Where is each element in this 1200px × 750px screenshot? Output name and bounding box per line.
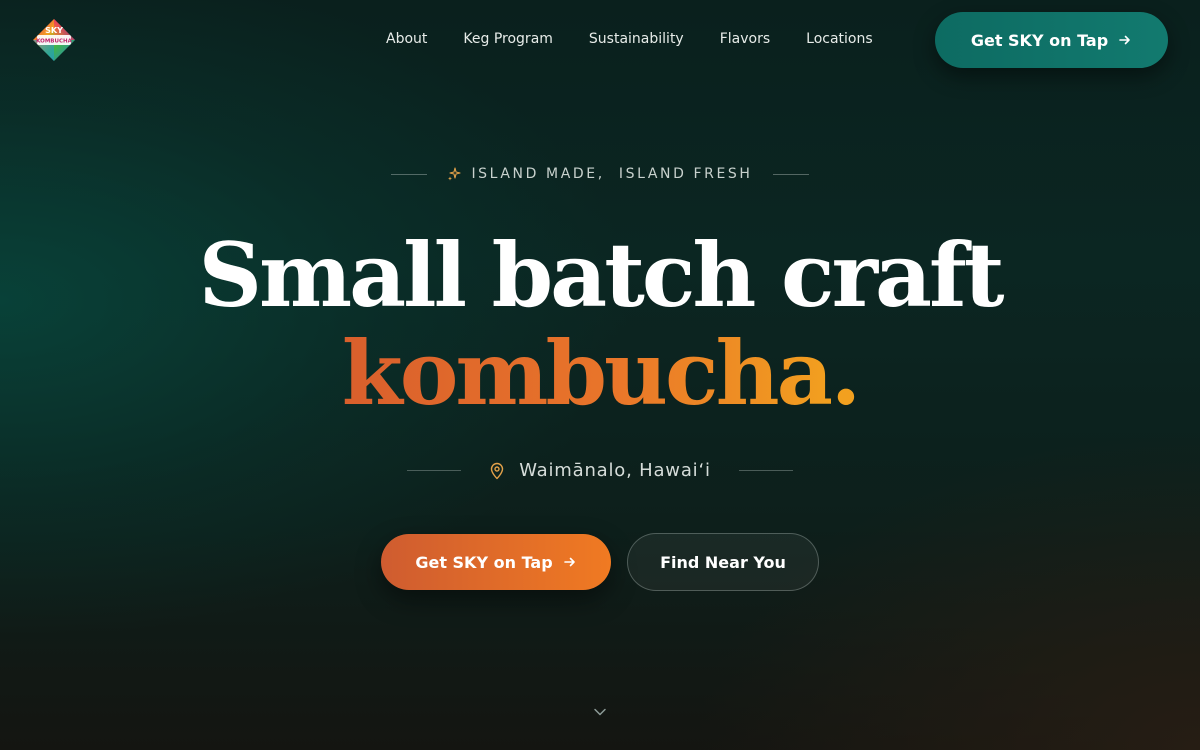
eyebrow-divider-left (391, 173, 428, 175)
headline-dot: . (830, 321, 862, 425)
logo-text-kombucha: KOMBUCHA (36, 39, 72, 45)
brand-logo[interactable]: SKY KOMBUCHA (32, 18, 76, 62)
primary-button-label: Get SKY on Tap (415, 552, 553, 572)
arrow-right-icon (1119, 35, 1130, 45)
main-nav: About Keg Program Sustainability Flavors… (386, 31, 873, 47)
map-pin-icon (491, 462, 504, 479)
hero-eyebrow: ISLAND MADE, ISLAND FRESH (0, 166, 1200, 182)
location-text: Waimānalo, Hawaiʻi (519, 460, 711, 481)
eyebrow-divider-right (772, 173, 809, 175)
eyebrow-text: ISLAND MADE, ISLAND FRESH (471, 166, 753, 182)
location-divider-left (407, 470, 462, 471)
secondary-button-label: Find Near You (660, 552, 786, 572)
logo-diamond-icon: SKY KOMBUCHA (33, 19, 75, 61)
nav-link-flavors[interactable]: Flavors (720, 31, 770, 47)
arrow-right-icon (563, 557, 575, 567)
headline-line-1: Small batch craft (198, 223, 1004, 327)
headline-accent: kombucha (341, 321, 834, 425)
nav-link-keg-program[interactable]: Keg Program (463, 31, 553, 47)
sparkle-icon (448, 167, 461, 181)
hero-location: Waimānalo, Hawaiʻi (0, 460, 1200, 481)
header-get-sky-on-tap-button[interactable]: Get SKY on Tap (935, 12, 1168, 68)
location-divider-right (738, 470, 793, 471)
chevron-down-icon[interactable] (593, 705, 607, 719)
header-cta-label: Get SKY on Tap (970, 30, 1109, 50)
nav-link-locations[interactable]: Locations (806, 31, 873, 47)
hero-headline: Small batch craft kombucha. (0, 226, 1200, 422)
nav-link-sustainability[interactable]: Sustainability (589, 31, 684, 47)
site-header: SKY KOMBUCHA About Keg Program Sustainab… (0, 0, 1200, 80)
nav-link-about[interactable]: About (386, 31, 427, 47)
page: SKY KOMBUCHA About Keg Program Sustainab… (0, 0, 1200, 750)
hero-get-sky-on-tap-button[interactable]: Get SKY on Tap (381, 534, 611, 590)
logo-text-sky: SKY (45, 26, 63, 35)
hero-find-near-you-button[interactable]: Find Near You (627, 533, 819, 591)
